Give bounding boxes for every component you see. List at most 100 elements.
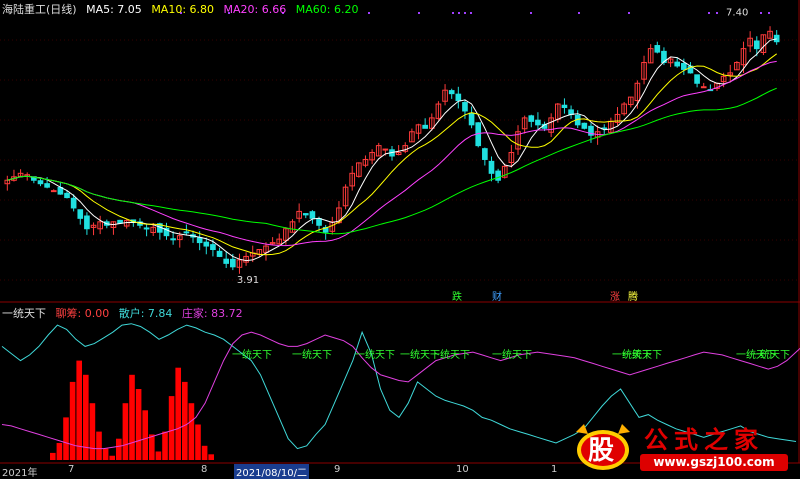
candle-body <box>422 124 428 129</box>
event-dot <box>470 12 472 14</box>
candle-body <box>44 183 50 188</box>
event-dot <box>716 12 718 14</box>
histogram-bar <box>182 381 188 460</box>
histogram-bar <box>56 442 63 460</box>
event-dot <box>760 12 762 14</box>
histogram-bar <box>188 403 195 460</box>
candle-body <box>448 90 455 95</box>
candle-body <box>203 241 210 247</box>
histogram-bar <box>201 445 208 460</box>
x-tick: 7 <box>68 464 75 475</box>
signal-label: 一统天下 <box>430 348 470 361</box>
event-marker: 涨 <box>610 291 620 303</box>
candle-body <box>455 93 462 102</box>
candle-body <box>528 115 535 122</box>
chouma-value: 聊筹: 0.00 <box>55 307 110 320</box>
histogram-bar <box>175 367 182 460</box>
event-dot <box>768 12 770 14</box>
candle-body <box>674 61 681 67</box>
candle-body <box>681 63 687 70</box>
stock-title[interactable]: 海陆重工(日线) <box>2 3 77 16</box>
histogram-bar <box>142 410 149 460</box>
event-marker: 跌 <box>452 290 462 303</box>
histogram-bar <box>116 438 122 460</box>
ma60-line <box>7 87 777 235</box>
event-dot <box>530 12 532 14</box>
sanhu-value: 散户: 7.84 <box>118 307 173 320</box>
candle-body <box>229 258 236 268</box>
histogram-bar <box>168 396 175 460</box>
histogram-bar <box>50 452 56 460</box>
candle-body <box>468 112 475 126</box>
candle-body <box>183 231 190 234</box>
event-marker: 腾 <box>628 290 638 303</box>
ma10-value: MA10: 6.80 <box>151 3 215 16</box>
candle-body <box>64 192 70 199</box>
event-dot <box>578 12 580 14</box>
signal-label: 一统天下 <box>355 348 395 361</box>
candle-body <box>488 160 495 174</box>
event-dot <box>458 12 460 14</box>
x-tick: 9 <box>334 464 341 475</box>
candle-body <box>581 122 588 129</box>
candle-body <box>216 250 223 257</box>
event-marker: 财 <box>492 290 502 303</box>
histogram-bar <box>162 431 168 460</box>
candle-body <box>302 213 309 216</box>
histogram-bar <box>96 431 102 460</box>
watermark-title: 公式之家 <box>644 425 764 454</box>
candle-body <box>37 180 44 185</box>
x-tick: 1 <box>551 464 558 475</box>
indicator-panel-header: 一统天下 聊筹: 0.00 散户: 7.84 庄家: 83.72 <box>2 305 249 321</box>
histogram-bar <box>122 403 129 460</box>
histogram-bar <box>195 424 201 460</box>
candle-body <box>309 211 316 219</box>
candle-body <box>70 197 77 209</box>
candle-body <box>700 86 707 89</box>
candle-body <box>482 148 488 160</box>
watermark: 股 公式之家 www.gszj100.com <box>564 418 794 476</box>
histogram-bar <box>129 374 135 460</box>
histogram-bar <box>69 381 76 460</box>
candle-body <box>143 227 150 230</box>
histogram-bar <box>155 451 162 460</box>
event-dot <box>708 12 710 14</box>
histogram-bar <box>109 455 116 460</box>
histogram-bar <box>135 389 142 460</box>
candle-body <box>382 148 389 151</box>
histogram-bar <box>102 448 109 460</box>
high-price-label: 7.40 <box>726 7 748 18</box>
candle-body <box>462 102 468 112</box>
candle-body <box>561 104 568 109</box>
indicator-title[interactable]: 一统天下 <box>2 307 46 320</box>
candle-body <box>535 119 541 126</box>
x-tick: 10 <box>456 464 469 475</box>
candle-body <box>773 34 780 43</box>
candle-body <box>77 209 84 219</box>
candle-body <box>84 215 90 230</box>
low-price-label: 3.91 <box>237 275 259 286</box>
candle-body <box>495 170 501 181</box>
candle-body <box>170 238 176 241</box>
candle-body <box>753 40 760 50</box>
candle-body <box>196 237 203 244</box>
candle-body <box>694 74 700 84</box>
zhuangjia-value: 庄家: 83.72 <box>181 307 243 320</box>
event-dot <box>628 12 630 14</box>
histogram-bar <box>63 417 69 460</box>
stock-chart: 3.917.40跌财涨腾一统天下 一统天下 一统天下 一统天下一统天下 一统天下 一统天下… <box>0 0 800 464</box>
event-dot <box>418 12 420 14</box>
histogram-bar <box>149 434 155 460</box>
candle-body <box>316 218 322 226</box>
candle-body <box>210 244 216 251</box>
signal-label: 一统天下 <box>232 348 272 361</box>
watermark-url: www.gszj100.com <box>640 454 788 471</box>
signal-label: 一统天下 <box>492 348 532 361</box>
ma60-value: MA60: 6.20 <box>295 3 359 16</box>
ma20-value: MA20: 6.66 <box>223 3 287 16</box>
candle-body <box>50 190 57 193</box>
candle-body <box>223 258 230 264</box>
signal-label: 一统天下 <box>750 348 790 361</box>
candle-body <box>654 45 661 53</box>
histogram-bar <box>208 454 215 460</box>
